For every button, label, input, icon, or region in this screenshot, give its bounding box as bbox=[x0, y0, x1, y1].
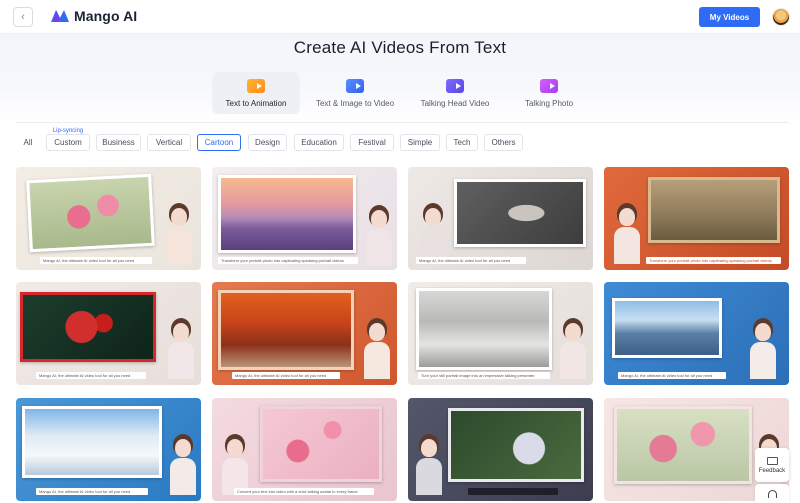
mango-logo-icon bbox=[51, 10, 69, 22]
avatar[interactable] bbox=[772, 8, 790, 26]
template-caption: Mango AI, the ultimate AI video tool for… bbox=[40, 257, 152, 264]
tab-label: Talking Photo bbox=[524, 99, 574, 108]
avatar-figure bbox=[750, 323, 776, 385]
template-caption: Transform your portrait photo into capti… bbox=[646, 257, 781, 264]
template-card[interactable]: Mango AI, the ultimate AI video tool for… bbox=[16, 282, 201, 385]
top-bar: ‹ Mango AI My Videos bbox=[0, 0, 800, 34]
filter-label: Design bbox=[255, 138, 280, 147]
template-card[interactable]: Mango AI, the ultimate AI video tool for… bbox=[16, 398, 201, 501]
template-caption: Mango AI, the ultimate AI video tool for… bbox=[416, 257, 526, 264]
template-thumbnail bbox=[218, 175, 356, 253]
template-card[interactable]: Transform your portrait photo into capti… bbox=[212, 167, 397, 270]
template-thumbnail bbox=[260, 406, 382, 482]
template-thumbnail bbox=[218, 290, 354, 370]
tab-text-to-animation[interactable]: Text to Animation bbox=[212, 72, 300, 114]
mail-icon bbox=[766, 456, 778, 465]
filter-cartoon[interactable]: Cartoon bbox=[197, 134, 241, 151]
animation-icon bbox=[247, 79, 265, 93]
template-thumbnail bbox=[648, 177, 780, 243]
filter-all[interactable]: All bbox=[16, 134, 40, 151]
avatar-figure bbox=[366, 210, 392, 270]
headset-icon bbox=[767, 489, 777, 498]
filter-label: Cartoon bbox=[204, 138, 234, 147]
template-card[interactable]: Mango AI, the ultimate AI video tool for… bbox=[212, 282, 397, 385]
template-caption: Transform your portrait photo into capti… bbox=[218, 257, 358, 264]
tab-label: Text & Image to Video bbox=[315, 99, 395, 108]
template-thumbnail bbox=[612, 298, 722, 358]
template-caption: Convert your text into video with a vivi… bbox=[234, 488, 374, 495]
template-card[interactable]: Mango AI, the ultimate AI video tool for… bbox=[604, 282, 789, 385]
template-thumbnail bbox=[22, 406, 162, 478]
template-caption: Turn your still portrait image into an i… bbox=[418, 372, 550, 379]
talking-photo-icon bbox=[540, 79, 558, 93]
filter-education[interactable]: Education bbox=[294, 134, 344, 151]
template-card[interactable]: Mango AI, the ultimate AI video tool for… bbox=[16, 167, 201, 270]
template-thumbnail bbox=[454, 179, 586, 247]
filter-vertical[interactable]: Vertical bbox=[147, 134, 191, 151]
template-card[interactable]: Mango AI, the ultimate AI video tool for… bbox=[408, 167, 593, 270]
tab-label: Text to Animation bbox=[225, 99, 287, 108]
filter-label: Education bbox=[301, 138, 337, 147]
back-button[interactable]: ‹ bbox=[13, 7, 33, 27]
template-caption: Mango AI, the ultimate AI video tool for… bbox=[232, 372, 340, 379]
filter-others[interactable]: Others bbox=[484, 134, 523, 151]
avatar-figure bbox=[416, 439, 442, 501]
template-thumbnail bbox=[614, 406, 752, 484]
template-thumbnail bbox=[20, 292, 156, 362]
avatar-figure bbox=[166, 208, 192, 270]
template-thumbnail bbox=[448, 408, 584, 482]
template-caption: Mango AI, the ultimate AI video tool for… bbox=[618, 372, 726, 379]
tab-talking-photo[interactable]: Talking Photo bbox=[514, 72, 584, 114]
filter-tech[interactable]: Tech bbox=[446, 134, 478, 151]
template-card[interactable] bbox=[408, 398, 593, 501]
filter-business[interactable]: Business bbox=[96, 134, 141, 151]
filter-design[interactable]: Design bbox=[248, 134, 287, 151]
page-title: Create AI Videos From Text bbox=[293, 38, 507, 57]
filter-label: Simple bbox=[407, 138, 433, 147]
filter-simple[interactable]: Simple bbox=[400, 134, 440, 151]
lip-syncing-badge: Lip-syncing bbox=[52, 128, 84, 134]
template-caption: Mango AI, the ultimate AI video tool for… bbox=[36, 488, 148, 495]
avatar-figure bbox=[560, 323, 586, 385]
avatar-figure bbox=[170, 439, 196, 501]
template-card[interactable]: Turn your still portrait image into an i… bbox=[408, 282, 593, 385]
tab-text-image-to-video[interactable]: Text & Image to Video bbox=[308, 72, 402, 114]
template-card[interactable]: Transform your portrait photo into capti… bbox=[604, 167, 789, 270]
filter-label: Custom bbox=[54, 138, 82, 147]
filter-custom[interactable]: Lip-syncing Custom bbox=[46, 128, 90, 151]
image-video-icon bbox=[346, 79, 364, 93]
logo[interactable]: Mango AI bbox=[50, 8, 137, 24]
feedback-button[interactable]: Feedback bbox=[755, 448, 789, 482]
category-tabs: Text to Animation Text & Image to Video … bbox=[0, 72, 800, 114]
support-button[interactable] bbox=[755, 484, 789, 503]
feedback-label: Feedback bbox=[758, 467, 786, 474]
tab-talking-head-video[interactable]: Talking Head Video bbox=[412, 72, 498, 114]
template-caption bbox=[468, 488, 558, 495]
logo-text: Mango AI bbox=[74, 8, 138, 24]
chevron-left-icon: ‹ bbox=[21, 11, 25, 23]
tab-label: Talking Head Video bbox=[420, 99, 490, 108]
filter-label: Festival bbox=[358, 138, 386, 147]
template-thumbnail bbox=[416, 288, 552, 370]
template-card[interactable]: Convert your text into video with a vivi… bbox=[212, 398, 397, 501]
filter-label: All bbox=[23, 138, 33, 147]
template-caption: Mango AI, the ultimate AI video tool for… bbox=[36, 372, 146, 379]
filter-chips: All Lip-syncing Custom Business Vertical… bbox=[0, 128, 800, 151]
filter-label: Business bbox=[102, 138, 135, 147]
filter-label: Tech bbox=[453, 138, 471, 147]
template-thumbnail bbox=[26, 173, 155, 253]
avatar-figure bbox=[364, 323, 390, 385]
filter-label: Vertical bbox=[155, 138, 183, 147]
filter-festival[interactable]: Festival bbox=[350, 134, 394, 151]
talking-head-icon bbox=[446, 79, 464, 93]
avatar-figure bbox=[614, 208, 640, 270]
avatar-figure bbox=[168, 323, 194, 385]
divider bbox=[16, 122, 789, 123]
my-videos-button[interactable]: My Videos bbox=[699, 7, 760, 27]
filter-label: Others bbox=[491, 138, 516, 147]
